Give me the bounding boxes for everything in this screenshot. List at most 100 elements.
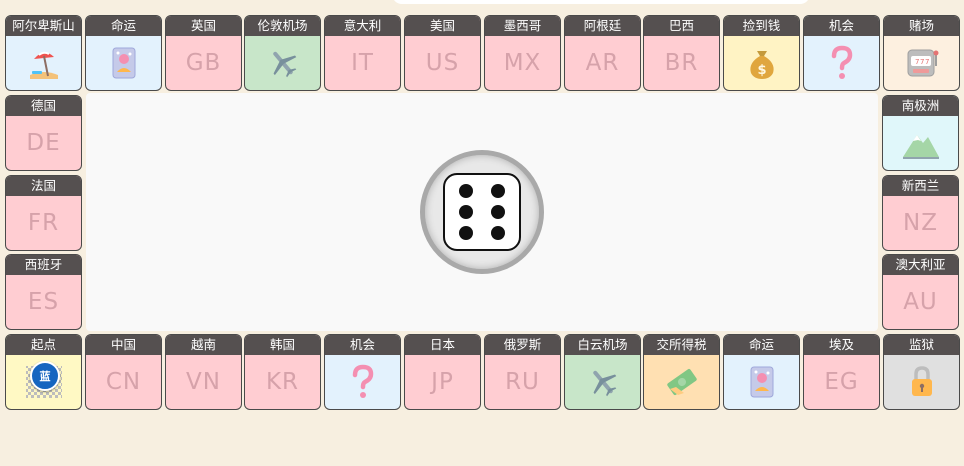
board-cell-top-9[interactable]: 捡到钱 $ — [723, 15, 800, 91]
dice-pip — [458, 225, 473, 240]
cell-name: 命运 — [724, 335, 799, 355]
cell-name: 韩国 — [245, 335, 320, 355]
board-cell-left-1[interactable]: 法国 FR — [5, 175, 82, 251]
airplane-icon — [585, 364, 621, 400]
board-cell-top-1[interactable]: 命运 — [85, 15, 162, 91]
board-cell-bottom-6[interactable]: 俄罗斯 RU — [484, 334, 561, 410]
cell-name: 越南 — [166, 335, 241, 355]
cell-name: 阿根廷 — [565, 16, 640, 36]
board-cell-left-2[interactable]: 西班牙 ES — [5, 254, 82, 330]
board-cell-right-1[interactable]: 新西兰 NZ — [882, 175, 959, 251]
cell-body: ES — [6, 275, 81, 329]
dice-button[interactable] — [420, 150, 544, 274]
dice-pip — [458, 184, 473, 199]
cell-body: VN — [166, 355, 241, 409]
board-cell-bottom-4[interactable]: 机会 — [324, 334, 401, 410]
board-cell-bottom-2[interactable]: 越南 VN — [165, 334, 242, 410]
cell-name: 交所得税 — [644, 335, 719, 355]
question-icon — [349, 364, 377, 400]
country-code: AU — [903, 289, 938, 315]
player-token[interactable]: 蓝 — [30, 361, 60, 391]
cell-body — [6, 36, 81, 90]
cell-name: 南极洲 — [883, 96, 958, 116]
board-cell-top-11[interactable]: 赌场 7 7 7 — [883, 15, 960, 91]
cell-name: 日本 — [405, 335, 480, 355]
cell-body — [86, 36, 161, 90]
board-cell-top-10[interactable]: 机会 — [803, 15, 880, 91]
board-cell-right-2[interactable]: 澳大利亚 AU — [882, 254, 959, 330]
cell-name: 巴西 — [644, 16, 719, 36]
question-icon — [828, 45, 856, 81]
money-icon — [664, 365, 700, 399]
fate-card-icon — [109, 46, 139, 80]
svg-text:7: 7 — [920, 58, 924, 66]
svg-text:7: 7 — [925, 58, 929, 66]
cell-name: 俄罗斯 — [485, 335, 560, 355]
board-cell-bottom-0[interactable]: 起点蓝 — [5, 334, 82, 410]
cell-body: MX — [485, 36, 560, 90]
board-cell-bottom-3[interactable]: 韩国 KR — [244, 334, 321, 410]
board-cell-top-7[interactable]: 阿根廷 AR — [564, 15, 641, 91]
board-cell-top-3[interactable]: 伦敦机场 — [244, 15, 321, 91]
cell-body: KR — [245, 355, 320, 409]
dice-face — [443, 173, 521, 251]
cell-body: NZ — [883, 196, 958, 250]
cell-body — [565, 355, 640, 409]
cell-body — [884, 355, 959, 409]
cell-name: 墨西哥 — [485, 16, 560, 36]
board-cell-top-4[interactable]: 意大利 IT — [324, 15, 401, 91]
money-bag-icon: $ — [745, 45, 779, 81]
cell-body: AR — [565, 36, 640, 90]
country-code: CN — [105, 369, 142, 395]
cell-name: 机会 — [804, 16, 879, 36]
board-cell-top-5[interactable]: 美国 US — [404, 15, 481, 91]
country-code: US — [425, 50, 460, 76]
slot-machine-icon: 777 — [904, 46, 940, 80]
cell-name: 英国 — [166, 16, 241, 36]
country-code: VN — [186, 369, 221, 395]
cell-body: US — [405, 36, 480, 90]
cell-name: 白云机场 — [565, 335, 640, 355]
svg-text:7: 7 — [915, 58, 919, 66]
airplane-icon — [265, 45, 301, 81]
cell-name: 埃及 — [804, 335, 879, 355]
cell-body — [724, 355, 799, 409]
board-cell-bottom-1[interactable]: 中国 CN — [85, 334, 162, 410]
cell-name: 赌场 — [884, 16, 959, 36]
cell-name: 起点 — [6, 335, 81, 355]
cell-name: 捡到钱 — [724, 16, 799, 36]
board-cell-top-6[interactable]: 墨西哥 MX — [484, 15, 561, 91]
cell-name: 阿尔卑斯山 — [6, 16, 81, 36]
board-cell-bottom-8[interactable]: 交所得税 — [643, 334, 720, 410]
country-code: EG — [824, 369, 859, 395]
cell-name: 西班牙 — [6, 255, 81, 275]
country-code: JP — [431, 369, 454, 395]
board-cell-top-8[interactable]: 巴西 BR — [643, 15, 720, 91]
cell-body — [325, 355, 400, 409]
board-cell-top-0[interactable]: 阿尔卑斯山 — [5, 15, 82, 91]
board-cell-left-0[interactable]: 德国 DE — [5, 95, 82, 171]
cell-name: 法国 — [6, 176, 81, 196]
lock-icon — [907, 364, 937, 400]
board-cell-bottom-11[interactable]: 监狱 — [883, 334, 960, 410]
country-code: MX — [503, 50, 542, 76]
board-cell-bottom-9[interactable]: 命运 — [723, 334, 800, 410]
country-code: NZ — [903, 210, 938, 236]
cell-body: FR — [6, 196, 81, 250]
board-cell-top-2[interactable]: 英国 GB — [165, 15, 242, 91]
country-code: AR — [585, 50, 620, 76]
country-code: GB — [185, 50, 222, 76]
board-cell-bottom-7[interactable]: 白云机场 — [564, 334, 641, 410]
board-cell-bottom-5[interactable]: 日本 JP — [404, 334, 481, 410]
board-cell-right-0[interactable]: 南极洲 — [882, 95, 959, 171]
cell-body: BR — [644, 36, 719, 90]
top-panel-edge — [392, 0, 810, 4]
cell-body: DE — [6, 116, 81, 170]
board-cell-bottom-10[interactable]: 埃及 EG — [803, 334, 880, 410]
cell-name: 机会 — [325, 335, 400, 355]
dice-pip — [491, 225, 506, 240]
cell-name: 监狱 — [884, 335, 959, 355]
cell-body: JP — [405, 355, 480, 409]
country-code: BR — [664, 50, 699, 76]
cell-name: 中国 — [86, 335, 161, 355]
